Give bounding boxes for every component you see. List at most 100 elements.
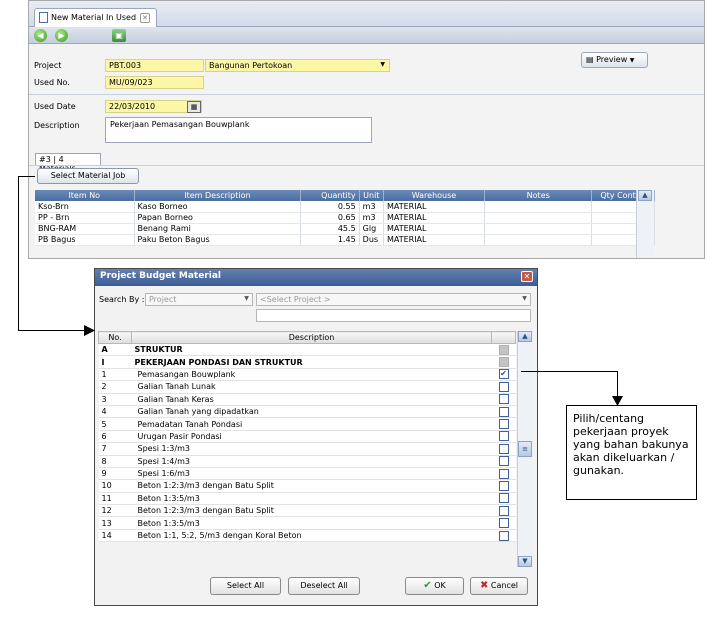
cell-qty[interactable]: 45.5 [300, 223, 360, 235]
calendar-icon[interactable]: ▦ [187, 101, 201, 113]
cell-item-no[interactable]: Kso-Brn [35, 201, 135, 213]
list-item[interactable]: 7 Spesi 1:3/m3 [98, 442, 516, 456]
cell-qty[interactable]: 0.55 [300, 201, 360, 213]
checkbox-checked[interactable]: ✔ [498, 369, 509, 380]
dialog-scrollbar[interactable]: ▲ ≡ ▼ [517, 331, 532, 567]
cell-warehouse[interactable]: MATERIAL [383, 223, 486, 235]
project-select[interactable]: <Select Project > ▼ [256, 293, 531, 306]
chevron-down-icon: ▼ [522, 295, 527, 302]
col-item-no[interactable]: Item No [35, 190, 135, 201]
list-item[interactable]: A STRUKTUR [98, 343, 516, 357]
cell-warehouse[interactable]: MATERIAL [383, 201, 486, 213]
col-notes[interactable]: Notes [484, 190, 593, 201]
list-item[interactable]: 6 Urugan Pasir Pondasi [98, 430, 516, 444]
checkbox[interactable] [498, 468, 509, 479]
col-warehouse[interactable]: Warehouse [383, 190, 486, 201]
checkbox[interactable] [498, 419, 509, 430]
checkbox[interactable] [498, 480, 509, 491]
deselect-all-button[interactable]: Deselect All [288, 577, 360, 595]
checkbox[interactable] [498, 394, 509, 405]
cell-unit[interactable]: m3 [359, 212, 384, 224]
cell-qty[interactable]: 0.65 [300, 212, 360, 224]
checkbox[interactable] [498, 406, 509, 417]
ok-button[interactable]: ✔ OK [405, 577, 464, 595]
cell-item-no[interactable]: PB Bagus [35, 234, 135, 246]
connector-line [18, 176, 19, 330]
checkbox[interactable] [498, 431, 509, 442]
search-input[interactable] [256, 309, 531, 322]
checkbox[interactable] [498, 381, 509, 392]
cell-unit[interactable]: m3 [359, 201, 384, 213]
list-item[interactable]: 11 Beton 1:3:5/m3 [98, 492, 516, 506]
cell-warehouse[interactable]: MATERIAL [383, 212, 486, 224]
tab-close-icon[interactable]: ✕ [140, 12, 151, 23]
table-row[interactable]: Kso-Brn Kaso Borneo 0.55 m3 MATERIAL [35, 201, 655, 213]
list-item[interactable]: 14 Beton 1:1, 5:2, 5/m3 dengan Koral Beto… [98, 529, 516, 543]
material-in-used-window: New Material In Used ✕ ◀ ▶ ▣ Project PBT.… [28, 0, 705, 259]
project-name-field[interactable]: Bangunan Pertokoan ▼ [205, 59, 390, 72]
scroll-thumb[interactable]: ≡ [518, 441, 532, 457]
select-material-job-button[interactable]: Select Material Job [37, 168, 139, 184]
list-item[interactable]: 4 Galian Tanah yang dipadatkan [98, 405, 516, 419]
grid-scrollbar[interactable]: ▲ [636, 190, 654, 258]
checkbox[interactable] [498, 530, 509, 541]
table-row[interactable]: BNG-RAM Benang Rami 45.5 Glg MATERIAL [35, 223, 655, 235]
cell-item-no[interactable]: BNG-RAM [35, 223, 135, 235]
description-field[interactable]: Pekerjaan Pemasangan Bouwplank [105, 117, 372, 143]
cell-unit[interactable]: Glg [359, 223, 384, 235]
checkbox[interactable] [498, 505, 509, 516]
save-icon[interactable]: ▣ [112, 29, 126, 42]
cell-notes[interactable] [484, 223, 593, 235]
col-quantity[interactable]: Quantity [300, 190, 360, 201]
list-item[interactable]: 8 Spesi 1:4/m3 [98, 455, 516, 468]
close-icon[interactable]: ✕ [521, 271, 533, 282]
list-item[interactable]: 10 Beton 1:2:3/m3 dengan Batu Split [98, 479, 516, 493]
cell-desc[interactable]: Paku Beton Bagus [134, 234, 302, 246]
tab-new-material-in-used[interactable]: New Material In Used ✕ [34, 8, 157, 27]
list-item[interactable]: 1 Pemasangan Bouwplank ✔ [98, 368, 516, 382]
used-no-field[interactable]: MU/09/023 [105, 76, 204, 89]
list-item[interactable]: 9 Spesi 1:6/m3 [98, 467, 516, 481]
preview-button[interactable]: ▤ Preview ▼ [581, 52, 648, 68]
cell-desc[interactable]: Kaso Borneo [134, 201, 302, 213]
project-code-field[interactable]: PBT.003 [105, 59, 204, 72]
row-description: Pemasangan Bouwplank [131, 368, 492, 382]
checkbox[interactable] [498, 493, 509, 504]
list-item[interactable]: 13 Beton 1:3:5/m3 [98, 516, 516, 530]
cell-qty[interactable]: 1.45 [300, 234, 360, 246]
table-row[interactable]: PP - Brn Papan Borneo 0.65 m3 MATERIAL [35, 212, 655, 224]
cell-unit[interactable]: Dus [359, 234, 384, 246]
scroll-down-icon[interactable]: ▼ [518, 556, 532, 567]
cell-notes[interactable] [484, 212, 593, 224]
project-dropdown-icon[interactable]: ▼ [380, 61, 385, 68]
table-row[interactable]: PB Bagus Paku Beton Bagus 1.45 Dus MATERIAL [35, 234, 655, 246]
col-item-description[interactable]: Item Description [134, 190, 302, 201]
list-item[interactable]: 3 Galian Tanah Keras [98, 393, 516, 406]
cell-notes[interactable] [484, 201, 593, 213]
list-item[interactable]: 2 Galian Tanah Lunak [98, 380, 516, 394]
row-description: Beton 1:3:5/m3 [131, 492, 492, 506]
back-arrow-icon[interactable]: ◀ [34, 29, 47, 42]
col-description[interactable]: Description [131, 331, 492, 344]
scroll-up-icon[interactable]: ▲ [638, 190, 652, 201]
select-all-button[interactable]: Select All [210, 577, 281, 595]
list-item[interactable]: 12 Beton 1:2:3/m3 dengan Batu Split [98, 504, 516, 518]
col-check[interactable] [491, 331, 516, 344]
cell-notes[interactable] [484, 234, 593, 246]
cell-item-no[interactable]: PP - Brn [35, 212, 135, 224]
cell-desc[interactable]: Papan Borneo [134, 212, 302, 224]
scroll-up-icon[interactable]: ▲ [518, 331, 532, 342]
project-budget-material-dialog: Project Budget Material ✕ Search By : Pr… [94, 268, 538, 606]
list-item[interactable]: 5 Pemadatan Tanah Pondasi [98, 417, 516, 431]
cell-desc[interactable]: Benang Rami [134, 223, 302, 235]
col-no[interactable]: No. [98, 331, 132, 344]
col-unit[interactable]: Unit [359, 190, 384, 201]
checkbox[interactable] [498, 443, 509, 454]
checkbox[interactable] [498, 456, 509, 467]
cancel-button[interactable]: ✖ Cancel [470, 577, 528, 595]
checkbox[interactable] [498, 518, 509, 529]
search-by-select[interactable]: Project ▼ [145, 293, 253, 306]
cell-warehouse[interactable]: MATERIAL [383, 234, 486, 246]
forward-arrow-icon[interactable]: ▶ [55, 29, 68, 42]
list-item[interactable]: I PEKERJAAN PONDASI DAN STRUKTUR [98, 355, 516, 369]
